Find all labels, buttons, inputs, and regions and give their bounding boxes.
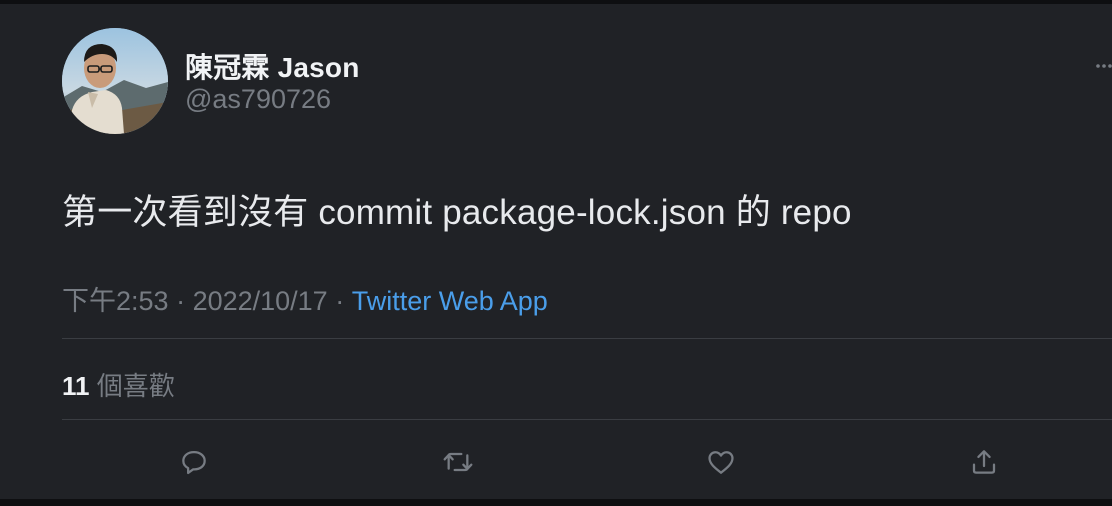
more-options-icon[interactable] <box>1094 56 1112 76</box>
likes-count: 11 <box>62 371 90 401</box>
tweet-card: 陳冠霖 Jason @as790726 第一次看到沒有 commit packa… <box>0 4 1112 499</box>
meta-separator: · <box>327 286 352 316</box>
tweet-time[interactable]: 下午2:53 <box>62 286 169 316</box>
retweet-icon <box>443 452 473 472</box>
tweet-meta: 下午2:53 · 2022/10/17 · Twitter Web App <box>62 279 548 318</box>
divider <box>62 338 1112 339</box>
heart-icon <box>708 451 734 474</box>
like-button[interactable] <box>703 444 739 480</box>
likes-summary[interactable]: 11 個喜歡 <box>62 366 175 403</box>
reply-icon <box>182 451 206 475</box>
avatar-photo-icon <box>62 28 168 134</box>
tweet-date[interactable]: 2022/10/17 <box>193 286 328 316</box>
likes-label: 個喜歡 <box>96 371 175 401</box>
reply-button[interactable] <box>176 444 212 480</box>
retweet-button[interactable] <box>440 444 476 480</box>
divider <box>62 419 1112 420</box>
author-display-name[interactable]: 陳冠霖 Jason <box>185 46 360 86</box>
meta-separator: · <box>168 286 193 316</box>
avatar[interactable] <box>62 28 168 134</box>
share-button[interactable] <box>966 444 1002 480</box>
tweet-text: 第一次看到沒有 commit package-lock.json 的 repo <box>62 193 852 232</box>
author-handle[interactable]: @as790726 <box>185 84 331 115</box>
share-icon <box>972 450 996 474</box>
tweet-source-link[interactable]: Twitter Web App <box>352 286 548 316</box>
